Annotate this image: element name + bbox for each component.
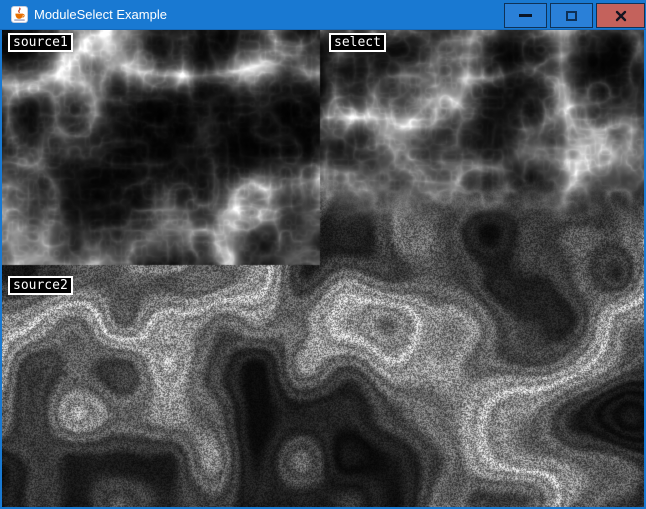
- noise-render-canvas: [2, 30, 644, 507]
- source1-label: source1: [8, 33, 73, 52]
- maximize-icon: [566, 11, 577, 21]
- minimize-button[interactable]: [504, 3, 547, 28]
- caption-buttons: [504, 3, 645, 28]
- app-window: ModuleSelect Example source1 select sour…: [0, 0, 646, 509]
- window-title: ModuleSelect Example: [34, 0, 167, 29]
- java-coffee-cup-icon[interactable]: [11, 6, 28, 23]
- maximize-button[interactable]: [550, 3, 593, 28]
- close-button[interactable]: [596, 3, 645, 28]
- source2-label: source2: [8, 276, 73, 295]
- close-icon: [615, 10, 627, 22]
- minimize-icon: [519, 14, 532, 17]
- select-label: select: [329, 33, 386, 52]
- content-area: source1 select source2: [2, 30, 644, 507]
- titlebar[interactable]: ModuleSelect Example: [0, 0, 646, 30]
